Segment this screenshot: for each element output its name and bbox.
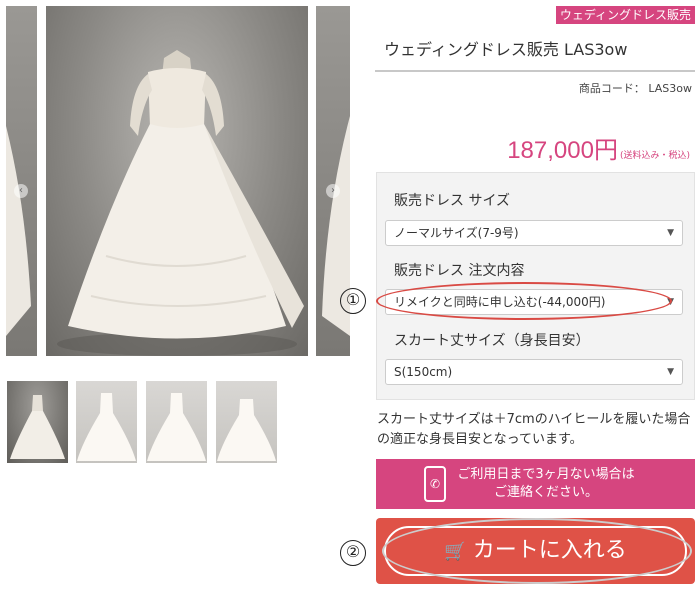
image-carousel[interactable]: ‹ › (0, 6, 350, 356)
title-divider (375, 70, 695, 72)
size-label: 販売ドレス サイズ (394, 193, 511, 209)
add-to-cart-button[interactable]: 🛒 カートに入れる (376, 518, 695, 584)
carousel-prev-slide[interactable] (6, 6, 37, 356)
category-badge: ウェディングドレス販売 (555, 6, 695, 24)
product-price: 187,000円 (507, 137, 618, 164)
chevron-down-icon: ▼ (667, 228, 674, 238)
size-select-value: ノーマルサイズ(7-9号) (394, 226, 519, 240)
skirt-size-note: スカート丈サイズは＋7cmのハイヒールを履いた場合の適正な身長目安となっています… (377, 412, 691, 447)
phone-icon: ✆ (424, 466, 446, 502)
contact-line-2: ご連絡ください。 (493, 485, 598, 500)
annotation-marker-1: ① (340, 288, 366, 314)
thumbnail-4[interactable] (216, 381, 277, 463)
contact-banner[interactable]: ✆ ご利用日まで3ヶ月ない場合は ご連絡ください。 (376, 459, 695, 509)
skirt-select[interactable]: S(150cm) ▼ (385, 359, 683, 385)
chevron-down-icon: ▼ (667, 367, 674, 377)
wedding-dress-image (57, 50, 304, 356)
chevron-left-icon[interactable]: ‹ (14, 184, 28, 198)
thumbnail-2[interactable] (76, 381, 137, 463)
annotation-marker-2: ② (340, 540, 366, 566)
thumbnail-3[interactable] (146, 381, 207, 463)
order-label: 販売ドレス 注文内容 (394, 263, 525, 279)
size-select[interactable]: ノーマルサイズ(7-9号) ▼ (385, 220, 683, 246)
product-title: ウェディングドレス販売 LAS3ow (384, 40, 628, 59)
add-to-cart-label: カートに入れる (472, 538, 627, 563)
skirt-select-value: S(150cm) (394, 365, 453, 379)
add-to-cart-inner: 🛒 カートに入れる (384, 526, 687, 576)
tax-note: (送料込み・税込) (619, 151, 690, 161)
product-code: 商品コード： LAS3ow (578, 82, 692, 95)
thumbnail-1[interactable] (7, 381, 68, 463)
skirt-label: スカート丈サイズ（身長目安） (394, 333, 590, 349)
price-row: 187,000円 (送料込み・税込) (507, 130, 690, 165)
annotation-oval-order (376, 282, 672, 320)
chevron-right-icon[interactable]: › (326, 184, 340, 198)
dress-image-partial (6, 126, 31, 336)
contact-text: ご利用日まで3ヶ月ない場合は ご連絡ください。 (456, 466, 636, 502)
carousel-main-slide[interactable] (46, 6, 308, 356)
cart-icon: 🛒 (444, 541, 467, 562)
contact-line-1: ご利用日まで3ヶ月ない場合は (457, 467, 635, 482)
